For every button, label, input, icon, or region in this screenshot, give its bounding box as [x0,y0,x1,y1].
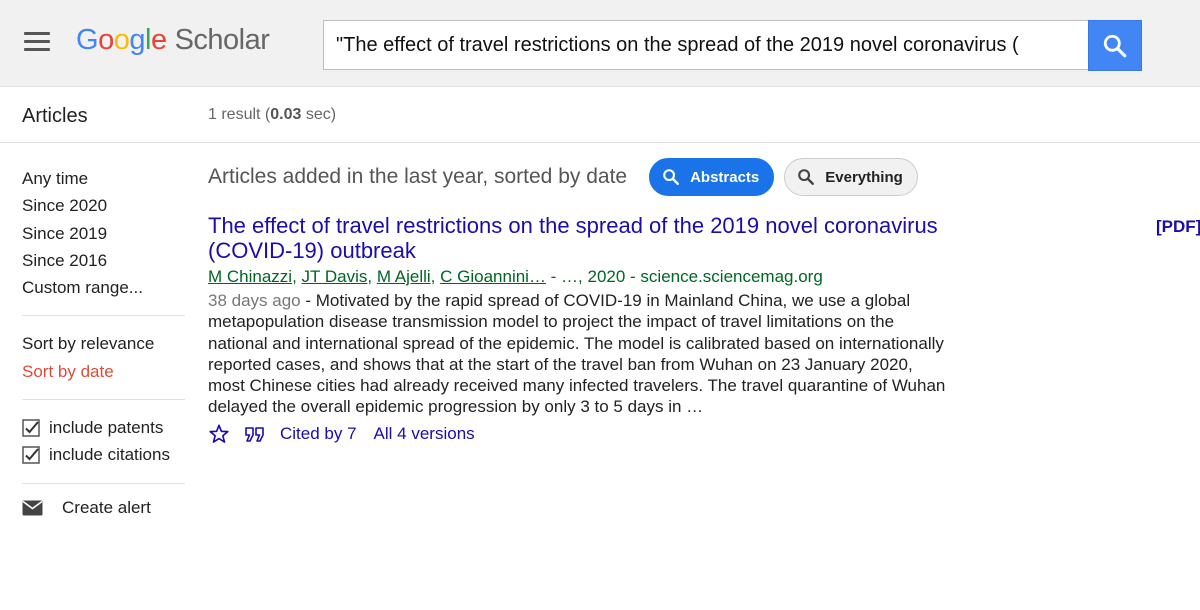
include-patents-label: include patents [49,418,164,438]
all-versions-link[interactable]: All 4 versions [374,424,475,444]
sort-by-date[interactable]: Sort by date [22,358,187,385]
result-age: 38 days ago [208,291,301,310]
filter-any-time[interactable]: Any time [22,165,187,192]
sidebar: Any time Since 2020 Since 2019 Since 201… [22,165,187,518]
create-alert-button[interactable]: Create alert [22,498,187,518]
result-source: - …, 2020 - science.sciencemag.org [545,267,823,286]
cited-by-link[interactable]: Cited by 7 [280,424,357,444]
search-box [323,20,1089,70]
envelope-icon [22,500,43,516]
search-input[interactable] [324,21,1089,69]
checkbox-checked-icon [22,446,40,464]
result-title-link[interactable]: The effect of travel restrictions on the… [208,213,998,263]
search-result: The effect of travel restrictions on the… [208,213,1200,445]
filter-since-2016[interactable]: Since 2016 [22,247,187,274]
abstracts-label: Abstracts [690,168,760,186]
header-divider [0,142,1200,143]
section-label-articles: Articles [22,105,88,127]
author-link[interactable]: JT Davis [302,267,368,286]
include-citations-label: include citations [49,445,170,465]
hamburger-menu-icon[interactable] [24,32,52,54]
create-alert-label: Create alert [62,497,151,517]
filter-description: Articles added in the last year, sorted … [208,165,628,188]
main-content: Articles added in the last year, sorted … [208,157,1200,443]
google-scholar-logo[interactable]: Google Scholar [76,24,270,57]
sidebar-divider [22,399,185,401]
search-icon [662,168,680,186]
author-link[interactable]: M Ajelli [377,267,431,286]
result-count: 1 result (0.03 sec) [208,106,337,123]
filter-custom-range[interactable]: Custom range... [22,274,187,301]
sidebar-divider [22,482,185,484]
result-authors: M Chinazzi, JT Davis, M Ajelli, C Gioann… [208,267,823,286]
header-bar: Google Scholar [0,0,1200,87]
include-patents-checkbox[interactable]: include patents [22,414,187,441]
search-icon [797,168,815,186]
checkbox-checked-icon [22,418,40,437]
pdf-link[interactable]: [PDF] [1156,217,1200,237]
snippet-text: - Motivated by the rapid spread of COVID… [208,291,946,417]
filter-since-2019[interactable]: Since 2019 [22,220,187,247]
star-icon[interactable] [208,423,230,445]
logo-scholar-text: Scholar [174,24,270,56]
everything-toggle[interactable]: Everything [784,158,918,196]
sort-by-relevance[interactable]: Sort by relevance [22,330,187,357]
filter-since-2020[interactable]: Since 2020 [22,192,187,219]
result-snippet: 38 days ago - Motivated by the rapid spr… [208,290,948,418]
filter-row: Articles added in the last year, sorted … [208,157,1198,197]
include-citations-checkbox[interactable]: include citations [22,441,187,468]
result-actions: Cited by 7 All 4 versions [208,423,1198,445]
search-button[interactable] [1088,20,1142,71]
author-link[interactable]: C Gioannini… [440,267,546,286]
author-link[interactable]: M Chinazzi [208,267,292,286]
everything-label: Everything [825,168,903,186]
abstracts-toggle[interactable]: Abstracts [649,158,775,196]
search-icon [1103,34,1127,57]
cite-quote-icon[interactable] [244,423,266,445]
sidebar-divider [22,315,185,317]
